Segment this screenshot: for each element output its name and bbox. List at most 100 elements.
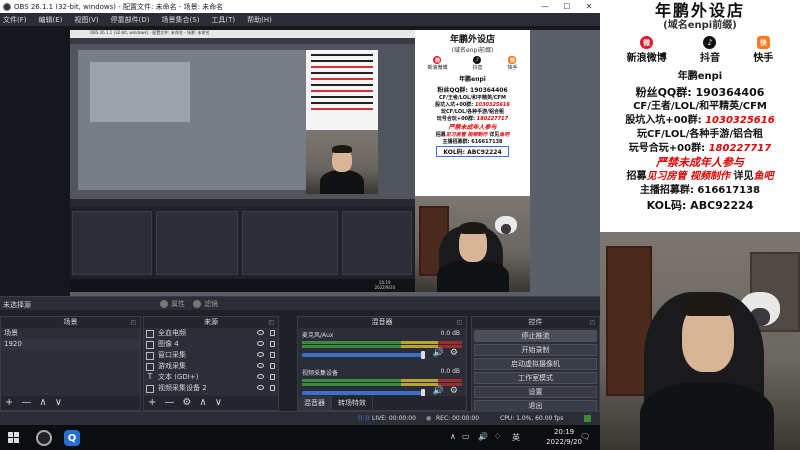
live-status-icon: ((·))	[358, 415, 370, 422]
volume-meter	[302, 341, 462, 344]
overlay-line-warning: 严禁未成年人参与	[656, 156, 744, 169]
close-button[interactable]: ✕	[578, 0, 600, 13]
source-item[interactable]: 窗口采集	[144, 350, 278, 361]
move-down-button[interactable]: ∨	[55, 398, 62, 408]
volume-slider[interactable]	[302, 351, 425, 359]
undock-icon[interactable]: ◰	[589, 317, 595, 328]
tab-transitions[interactable]: 转场特效	[332, 396, 373, 410]
overlay-line-qq: 粉丝QQ群: 190364406	[635, 86, 765, 99]
network-icon[interactable]: ▭	[462, 432, 470, 441]
track-db: 0.0 dB	[440, 330, 460, 337]
volume-slider[interactable]	[302, 389, 425, 397]
eye-icon[interactable]	[257, 341, 264, 346]
source-item[interactable]: 全血电频	[144, 328, 278, 339]
add-source-button[interactable]: +	[148, 398, 156, 408]
menu-docks[interactable]: 停靠部件(D)	[111, 15, 150, 25]
lock-icon[interactable]	[270, 385, 275, 391]
overlay-line-kol: KOL码: ABC92224	[646, 199, 754, 212]
minimize-button[interactable]: —	[534, 0, 556, 13]
undock-icon[interactable]: ◰	[130, 317, 136, 328]
cpu-fps: CPU: 1.0%, 60.00 fps	[500, 415, 564, 422]
source-item[interactable]: 图像 4	[144, 339, 278, 350]
eye-icon[interactable]	[257, 330, 264, 335]
input-method-icon[interactable]: ♢	[494, 432, 501, 441]
rec-timer: REC: 00:00:00	[436, 415, 480, 422]
eye-icon[interactable]	[257, 374, 264, 379]
preview-canvas[interactable]: OBS 26.1.1 (32-bit, windows) - 配置文件: 未命名…	[0, 26, 600, 296]
source-item[interactable]: 视频采集设备 2	[144, 383, 278, 394]
overlay-subtitle: (域名enpi前缀)	[663, 20, 737, 31]
gear-icon[interactable]: ⚙	[450, 386, 458, 396]
controls-header: 控件 ◰	[472, 317, 599, 328]
filters-button[interactable]: 滤镜	[193, 299, 218, 309]
controls-dock: 控件 ◰ 停止推流 开始录制 启动虚拟摄像机 工作室模式 设置 退出	[471, 316, 600, 412]
source-properties-button[interactable]: ⚙	[182, 398, 191, 408]
scenes-footer: + — ∧ ∨	[1, 396, 140, 410]
douyin-icon: ♪	[703, 36, 717, 49]
preview-frame[interactable]: OBS 26.1.1 (32-bit, windows) - 配置文件: 未命名…	[70, 30, 600, 296]
input-language[interactable]: 英	[512, 432, 520, 443]
volume-icon[interactable]: 🔊	[478, 432, 488, 441]
eye-icon[interactable]	[257, 363, 264, 368]
lock-icon[interactable]	[270, 330, 275, 336]
undock-icon[interactable]: ◰	[268, 317, 274, 328]
no-source-label: 未选择源	[3, 301, 31, 309]
overlay-line-games2: 玩CF/LOL/各种手游/铝合租	[636, 129, 763, 140]
obs-status-bar: ((·)) LIVE: 00:00:00 ● REC: 00:00:00 CPU…	[0, 411, 600, 425]
windows-start-icon[interactable]	[8, 432, 19, 443]
track-db: 0.0 dB	[440, 368, 460, 375]
move-down-button[interactable]: ∨	[215, 398, 222, 408]
speaker-icon[interactable]: 🔊	[433, 348, 444, 358]
add-scene-button[interactable]: +	[5, 398, 13, 408]
mixer-header: 混音器 ◰	[298, 317, 466, 328]
menu-tools[interactable]: 工具(T)	[211, 15, 235, 25]
social-label: 抖音	[472, 65, 483, 71]
obs-window: OBS 26.1.1 (32-bit, windows) - 配置文件: 未命名…	[0, 0, 600, 425]
lock-icon[interactable]	[270, 352, 275, 358]
virtual-camera-button[interactable]: 启动虚拟摄像机	[474, 358, 597, 370]
remove-scene-button[interactable]: —	[21, 398, 31, 408]
gear-icon	[160, 300, 168, 308]
lock-icon[interactable]	[270, 363, 275, 369]
speaker-icon[interactable]: 🔊	[433, 386, 444, 396]
lock-icon[interactable]	[270, 341, 275, 347]
menu-file[interactable]: 文件(F)	[3, 15, 27, 25]
scene-item-selected[interactable]: 1920	[1, 339, 140, 350]
app-taskbar-icon[interactable]: Q	[64, 430, 80, 446]
screen: OBS 26.1.1 (32-bit, windows) - 配置文件: 未命名…	[0, 0, 800, 450]
remove-source-button[interactable]: —	[164, 398, 174, 408]
overlay-handle: 年鹏enpi	[677, 71, 723, 82]
lock-icon[interactable]	[270, 374, 275, 380]
maximize-button[interactable]: ☐	[556, 0, 578, 13]
kuaishou-icon: 快	[756, 36, 770, 49]
clock-date: 2022/9/20	[546, 438, 582, 446]
menu-view[interactable]: 视图(V)	[74, 15, 98, 25]
studio-mode-button[interactable]: 工作室模式	[474, 372, 597, 384]
start-recording-button[interactable]: 开始录制	[474, 344, 597, 356]
properties-button[interactable]: 属性	[160, 299, 185, 309]
chevron-up-icon[interactable]: ∧	[450, 432, 456, 441]
eye-icon[interactable]	[257, 352, 264, 357]
stop-streaming-button[interactable]: 停止推流	[474, 330, 597, 342]
nested-preview-window	[90, 62, 190, 122]
menu-help[interactable]: 帮助(H)	[247, 15, 272, 25]
scene-item[interactable]: 场景	[1, 328, 140, 339]
source-item[interactable]: 游戏采集	[144, 361, 278, 372]
clock[interactable]: 20:19 2022/9/20	[546, 427, 582, 447]
kuaishou-icon: 快	[508, 56, 517, 64]
preview-handle: 年鹏enpi	[459, 76, 486, 83]
menu-scene-collection[interactable]: 场景集合(S)	[162, 15, 200, 25]
preview-line-warning: 严禁未成年人参与	[448, 124, 497, 131]
move-up-button[interactable]: ∧	[39, 398, 46, 408]
eye-icon[interactable]	[257, 385, 264, 390]
settings-button[interactable]: 设置	[474, 386, 597, 398]
menu-bar: 文件(F) 编辑(E) 视图(V) 停靠部件(D) 场景集合(S) 工具(T) …	[0, 13, 600, 26]
move-up-button[interactable]: ∧	[199, 398, 206, 408]
menu-edit[interactable]: 编辑(E)	[39, 15, 63, 25]
gear-icon[interactable]: ⚙	[450, 348, 458, 358]
tab-mixer[interactable]: 混音器	[298, 396, 332, 410]
notification-icon[interactable]: 🗨	[580, 432, 590, 441]
obs-taskbar-icon[interactable]	[36, 430, 52, 446]
undock-icon[interactable]: ◰	[456, 317, 462, 328]
source-item[interactable]: T 文本 (GDI+)	[144, 372, 278, 383]
